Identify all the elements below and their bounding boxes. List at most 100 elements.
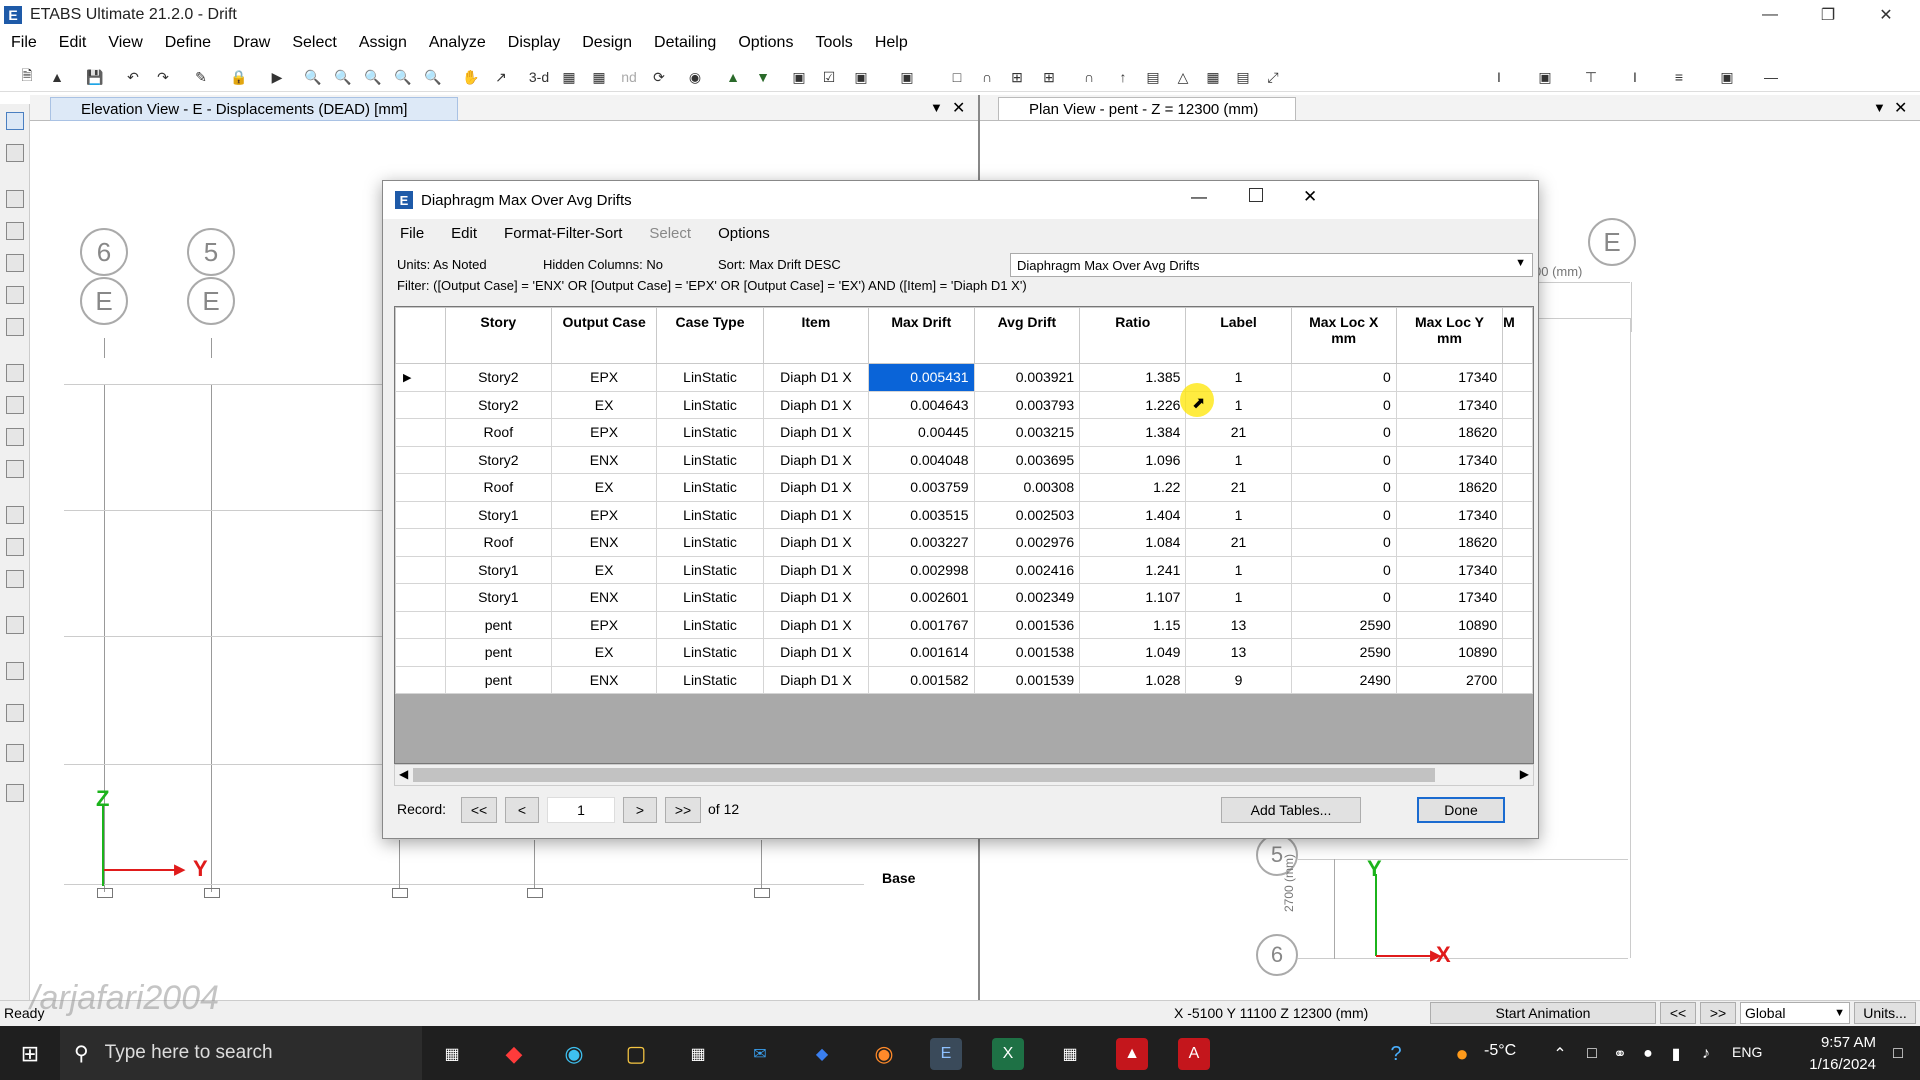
measure-icon[interactable] <box>6 784 24 802</box>
zoom-in-icon[interactable]: 🔍 <box>362 66 384 88</box>
draw-section-cut-icon[interactable] <box>6 570 24 588</box>
cell-story[interactable]: Roof <box>444 418 552 447</box>
run-analysis-icon[interactable]: ▶ <box>266 66 288 88</box>
col-ratio[interactable]: Ratio <box>1079 307 1187 364</box>
cell-label[interactable]: 1 <box>1185 583 1292 612</box>
record-input[interactable]: 1 <box>547 797 615 823</box>
dialog-menu-edit[interactable]: Edit <box>434 225 487 242</box>
set-display-icon[interactable]: ☑ <box>818 66 840 88</box>
slab-icon[interactable]: ▤ <box>1142 66 1164 88</box>
draw-rebar-icon[interactable] <box>6 744 24 762</box>
col-truncated[interactable]: M <box>1502 307 1533 364</box>
cell-story[interactable]: Roof <box>444 473 552 502</box>
windows-start-icon[interactable]: ⊞ <box>14 1038 46 1070</box>
cell-ratio[interactable]: 1.084 <box>1079 528 1187 557</box>
cell-max-drift[interactable]: 0.001614 <box>868 638 975 667</box>
drift-data-grid[interactable]: Story Output Case Case Type Item Max Dri… <box>394 306 1534 764</box>
menu-display[interactable]: Display <box>497 34 571 52</box>
building-view-icon[interactable]: ▣ <box>850 66 872 88</box>
deformed-shape-icon[interactable]: □ <box>946 66 968 88</box>
pan-icon[interactable]: ✋ <box>460 66 482 88</box>
menu-draw[interactable]: Draw <box>222 34 281 52</box>
cell-ratio[interactable]: 1.028 <box>1079 665 1187 694</box>
record-prev-button[interactable]: < <box>505 797 539 823</box>
cell-story[interactable]: Story1 <box>444 583 552 612</box>
table-row[interactable]: Story1 ENX LinStatic Diaph D1 X 0.002601 0.00… <box>395 583 1533 612</box>
nd-button[interactable]: nd <box>618 66 640 88</box>
cell-avg-drift[interactable]: 0.003695 <box>973 445 1081 474</box>
cell-ratio[interactable]: 1.107 <box>1079 583 1187 612</box>
help-icon[interactable]: ? <box>1380 1038 1412 1070</box>
table-row[interactable]: ▶ Story2 EPX LinStatic Diaph D1 X 0.005431 0.0… <box>395 363 1533 392</box>
table-row[interactable]: Story2 EX LinStatic Diaph D1 X 0.004643 0.003… <box>395 390 1533 419</box>
detail-icon[interactable]: ▤ <box>1232 66 1254 88</box>
cell-item[interactable]: Diaph D1 X <box>762 418 870 447</box>
reshape-tool-icon[interactable] <box>6 144 24 162</box>
cell-ratio[interactable]: 1.15 <box>1079 610 1187 639</box>
cell-item[interactable]: Diaph D1 X <box>762 390 870 419</box>
cell-max-loc-y[interactable]: 18620 <box>1395 528 1504 557</box>
view-options-icon[interactable]: ▣ <box>896 66 918 88</box>
cell-max-drift[interactable]: 0.004048 <box>868 445 975 474</box>
redo-icon[interactable]: ↷ <box>152 66 174 88</box>
right-pane-dropdown-icon[interactable]: ▼ <box>1873 100 1886 115</box>
cell-ratio[interactable]: 1.385 <box>1079 363 1187 392</box>
scrollbar-thumb[interactable] <box>413 768 1435 782</box>
menu-help[interactable]: Help <box>864 34 919 52</box>
cell-avg-drift[interactable]: 0.003793 <box>973 390 1081 419</box>
calculator-icon[interactable]: ▦ <box>1054 1038 1086 1070</box>
left-pane-tab[interactable]: Elevation View - E - Displacements (DEAD… <box>50 97 458 121</box>
cell-max-loc-y[interactable]: 17340 <box>1395 583 1504 612</box>
cell-story[interactable]: Story2 <box>444 390 552 419</box>
move-up-icon[interactable]: ▲ <box>722 66 744 88</box>
draw-rect-floor-icon[interactable] <box>6 396 24 414</box>
cell-output-case[interactable]: EPX <box>550 610 658 639</box>
menu-view[interactable]: View <box>97 34 153 52</box>
plan-view-icon[interactable]: ▦ <box>558 66 580 88</box>
cell-case-type[interactable]: LinStatic <box>656 665 764 694</box>
cell-avg-drift[interactable]: 0.002416 <box>973 555 1081 584</box>
table-row[interactable]: pent ENX LinStatic Diaph D1 X 0.001582 0.0015… <box>395 665 1533 694</box>
right-pane-tab[interactable]: Plan View - pent - Z = 12300 (mm) <box>998 97 1296 121</box>
col-case-type[interactable]: Case Type <box>656 307 764 364</box>
row-header[interactable] <box>395 583 446 612</box>
undo-icon[interactable]: ↶ <box>122 66 144 88</box>
cell-max-drift[interactable]: 0.004643 <box>868 390 975 419</box>
move-down-icon[interactable]: ▼ <box>752 66 774 88</box>
cell-max-loc-y[interactable]: 18620 <box>1395 473 1504 502</box>
menu-define[interactable]: Define <box>154 34 222 52</box>
draw-strip-icon[interactable] <box>6 704 24 722</box>
dialog-menu-select[interactable]: Select <box>632 225 701 242</box>
task-view-icon[interactable]: ▦ <box>436 1038 468 1070</box>
dialog-menu-format-filter-sort[interactable]: Format-Filter-Sort <box>487 225 632 242</box>
perspective-icon[interactable]: ◉ <box>684 66 706 88</box>
cell-max-loc-x[interactable]: 0 <box>1290 473 1397 502</box>
draw-column-icon[interactable]: I <box>1488 66 1510 88</box>
wall-icon[interactable]: △ <box>1172 66 1194 88</box>
draw-opening-tool-icon[interactable] <box>6 460 24 478</box>
menu-design[interactable]: Design <box>571 34 643 52</box>
cell-max-loc-x[interactable]: 0 <box>1290 390 1397 419</box>
cell-story[interactable]: Story2 <box>444 445 552 474</box>
cell-item[interactable]: Diaph D1 X <box>762 500 870 529</box>
coord-system-select[interactable]: Global ▼ <box>1740 1002 1850 1024</box>
acrobat-icon[interactable]: ▲ <box>1116 1038 1148 1070</box>
zoom-fit-icon[interactable]: 🔍 <box>422 66 444 88</box>
cell-label[interactable]: 1 <box>1185 445 1292 474</box>
close-button[interactable]: ✕ <box>1858 0 1914 30</box>
cell-max-drift[interactable]: 0.001767 <box>868 610 975 639</box>
new-model-icon[interactable]: 🗎 <box>16 66 38 88</box>
table-row[interactable]: Story2 ENX LinStatic Diaph D1 X 0.004048 0.00… <box>395 445 1533 474</box>
anim-prev-button[interactable]: << <box>1660 1002 1696 1024</box>
row-header[interactable] <box>395 500 446 529</box>
row-header[interactable]: ▶ <box>395 363 446 392</box>
menu-assign[interactable]: Assign <box>348 34 418 52</box>
cell-story[interactable]: Story1 <box>444 500 552 529</box>
col-item[interactable]: Item <box>762 307 870 364</box>
row-header[interactable] <box>395 473 446 502</box>
cell-max-loc-y[interactable]: 10890 <box>1395 610 1504 639</box>
record-next-button[interactable]: > <box>623 797 657 823</box>
file-explorer-icon[interactable]: ▢ <box>620 1038 652 1070</box>
cell-max-loc-x[interactable]: 2590 <box>1290 638 1397 667</box>
cell-item[interactable]: Diaph D1 X <box>762 445 870 474</box>
